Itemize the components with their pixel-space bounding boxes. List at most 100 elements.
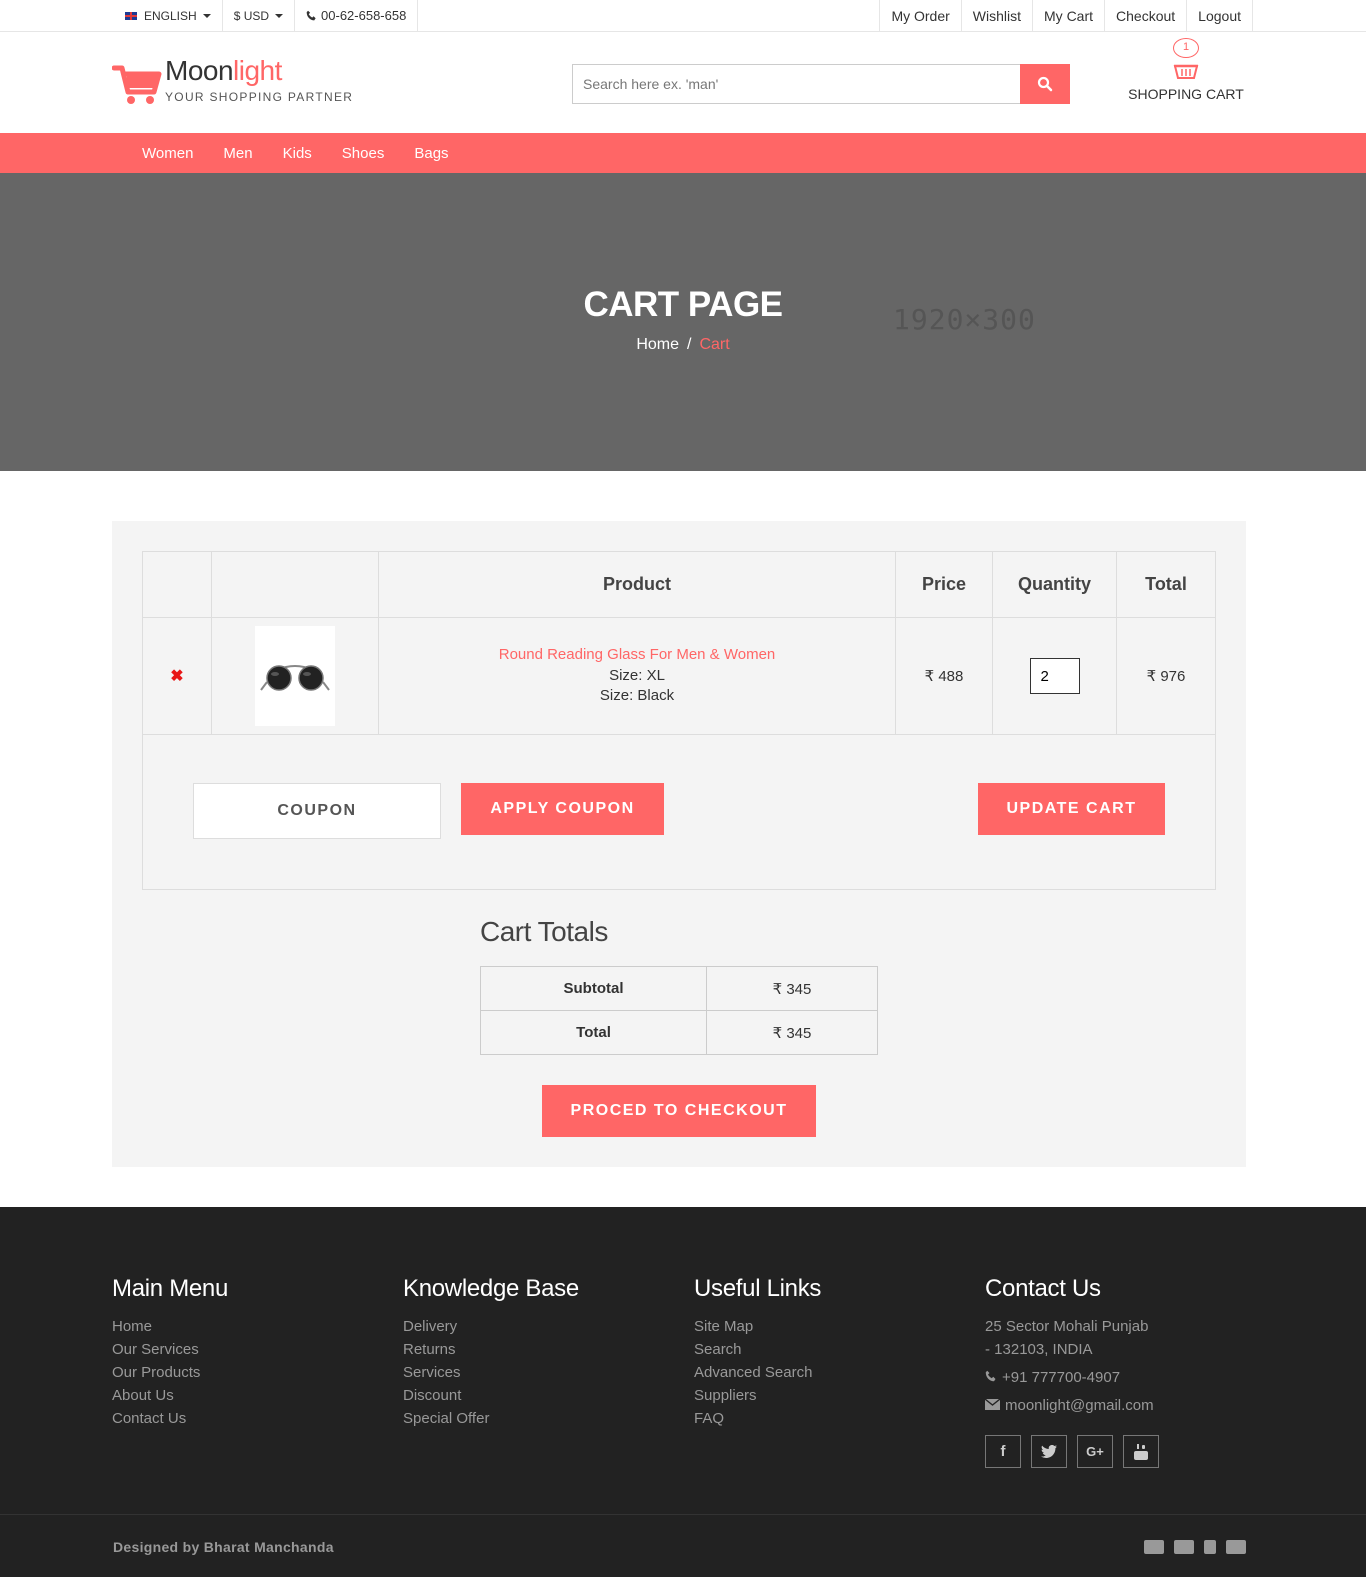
main-nav: Women Men Kids Shoes Bags	[0, 133, 1366, 173]
nav-kids[interactable]: Kids	[268, 145, 327, 162]
breadcrumb-current: Cart	[699, 336, 730, 353]
footer-link-suppliers[interactable]: Suppliers	[694, 1384, 821, 1407]
product-name-link[interactable]: Round Reading Glass For Men & Women	[379, 646, 895, 663]
header-shopping-cart[interactable]: 1 SHOPPING CART	[1128, 38, 1244, 102]
sunglasses-image	[260, 665, 330, 691]
proceed-checkout-button[interactable]: PROCED TO CHECKOUT	[542, 1085, 816, 1137]
footer-link-search[interactable]: Search	[694, 1338, 821, 1361]
footer-link-about-us[interactable]: About Us	[112, 1384, 228, 1407]
apply-coupon-button[interactable]: APPLY COUPON	[461, 783, 664, 835]
my-cart-link[interactable]: My Cart	[1032, 0, 1104, 31]
footer-link-contact-us[interactable]: Contact Us	[112, 1407, 228, 1430]
google-plus-icon[interactable]: G+	[1077, 1435, 1113, 1468]
footer-link-returns[interactable]: Returns	[403, 1338, 579, 1361]
product-thumbnail[interactable]	[255, 626, 335, 726]
subtotal-value: ₹ 345	[706, 966, 878, 1011]
site-header: Moonlight YOUR SHOPPING PARTNER 1 SHOPPI…	[0, 32, 1366, 133]
top-bar: ENGLISH $ USD 00-62-658-658 My Order Wis…	[0, 0, 1366, 32]
col-image	[211, 551, 379, 618]
footer-link-our-products[interactable]: Our Products	[112, 1361, 228, 1384]
breadcrumb: Home / Cart	[0, 336, 1366, 354]
breadcrumb-home[interactable]: Home	[636, 336, 679, 353]
phone-icon	[306, 10, 316, 21]
nav-women[interactable]: Women	[127, 145, 208, 162]
footer-main-menu: Main Menu Home Our Services Our Products…	[112, 1275, 228, 1430]
paypal-icon	[1204, 1540, 1216, 1554]
table-row: Subtotal ₹ 345	[480, 966, 878, 1011]
facebook-icon[interactable]: f	[985, 1435, 1021, 1468]
brand-tagline: YOUR SHOPPING PARTNER	[165, 90, 354, 104]
contact-address-line2: - 132103, INDIA	[985, 1341, 1093, 1358]
twitter-icon[interactable]	[1031, 1435, 1067, 1468]
shopping-cart-logo-icon	[112, 65, 162, 104]
amex-icon	[1226, 1540, 1246, 1554]
logout-link[interactable]: Logout	[1186, 0, 1253, 31]
social-links: f G+	[985, 1435, 1159, 1468]
search-bar	[572, 64, 1070, 104]
footer-heading: Knowledge Base	[403, 1275, 579, 1302]
col-remove	[142, 551, 212, 618]
table-row: Total ₹ 345	[480, 1010, 878, 1055]
footer-link-discount[interactable]: Discount	[403, 1384, 579, 1407]
table-row: ✖ Round Reading Glass For Men & Women Si…	[142, 617, 1216, 735]
banner-placeholder-size: 1920×300	[893, 303, 1036, 336]
breadcrumb-separator: /	[687, 336, 692, 353]
footer-heading: Contact Us	[985, 1275, 1101, 1302]
wishlist-link[interactable]: Wishlist	[960, 0, 1032, 31]
contact-email[interactable]: moonlight@gmail.com	[985, 1394, 1159, 1417]
phone-number: 00-62-658-658	[321, 8, 407, 23]
cart-totals-title: Cart Totals	[480, 916, 608, 947]
shopping-cart-label: SHOPPING CART	[1128, 86, 1244, 102]
brand-logo[interactable]: Moonlight YOUR SHOPPING PARTNER	[112, 56, 353, 106]
brand-name: Moonlight	[165, 55, 282, 86]
footer-link-our-services[interactable]: Our Services	[112, 1338, 228, 1361]
language-label: ENGLISH	[144, 8, 197, 23]
nav-men[interactable]: Men	[208, 145, 267, 162]
footer-link-site-map[interactable]: Site Map	[694, 1315, 821, 1338]
product-total: ₹ 976	[1116, 617, 1216, 735]
search-icon	[1037, 76, 1053, 92]
phone-icon	[985, 1370, 996, 1382]
nav-bags[interactable]: Bags	[399, 145, 463, 162]
payment-methods	[1144, 1540, 1246, 1554]
my-order-link[interactable]: My Order	[879, 0, 960, 31]
phone-contact: 00-62-658-658	[295, 0, 419, 31]
language-selector[interactable]: ENGLISH	[113, 0, 223, 31]
designer-credit: Designed by Bharat Manchanda	[113, 1539, 334, 1555]
footer-useful-links: Useful Links Site Map Search Advanced Se…	[694, 1275, 821, 1430]
quantity-input[interactable]	[1029, 658, 1080, 694]
product-size: Size: XL	[609, 666, 665, 684]
subtotal-label: Subtotal	[480, 966, 707, 1011]
basket-icon	[1173, 64, 1199, 79]
chevron-down-icon	[275, 13, 284, 18]
chevron-down-icon	[202, 13, 211, 18]
footer-heading: Main Menu	[112, 1275, 229, 1302]
contact-phone: +91 777700-4907	[985, 1366, 1159, 1389]
remove-item-icon[interactable]: ✖	[170, 668, 183, 685]
envelope-icon	[985, 1399, 1000, 1410]
youtube-icon[interactable]	[1123, 1435, 1159, 1468]
coupon-input[interactable]	[193, 783, 441, 839]
cart-actions: APPLY COUPON UPDATE CART	[142, 733, 1216, 890]
footer-link-services[interactable]: Services	[403, 1361, 579, 1384]
search-input[interactable]	[572, 64, 1020, 104]
footer-contact: Contact Us 25 Sector Mohali Punjab - 132…	[985, 1275, 1159, 1468]
product-price: ₹ 488	[895, 617, 993, 735]
footer-link-home[interactable]: Home	[112, 1315, 228, 1338]
nav-shoes[interactable]: Shoes	[327, 145, 400, 162]
checkout-link[interactable]: Checkout	[1104, 0, 1186, 31]
cart-count-badge: 1	[1173, 38, 1199, 58]
col-product: Product	[378, 551, 896, 618]
footer-heading: Useful Links	[694, 1275, 822, 1302]
footer-link-delivery[interactable]: Delivery	[403, 1315, 579, 1338]
footer-knowledge-base: Knowledge Base Delivery Returns Services…	[403, 1275, 579, 1430]
currency-selector[interactable]: $ USD	[223, 0, 296, 31]
footer-link-faq[interactable]: FAQ	[694, 1407, 821, 1430]
search-button[interactable]	[1020, 64, 1070, 104]
page-banner: CART PAGE Home / Cart 1920×300	[0, 173, 1366, 471]
footer-link-advanced-search[interactable]: Advanced Search	[694, 1361, 821, 1384]
cart-section: Product Price Quantity Total ✖ Round Rea…	[112, 521, 1246, 1167]
col-price: Price	[895, 551, 993, 618]
footer-link-special-offer[interactable]: Special Offer	[403, 1407, 579, 1430]
update-cart-button[interactable]: UPDATE CART	[978, 783, 1165, 835]
